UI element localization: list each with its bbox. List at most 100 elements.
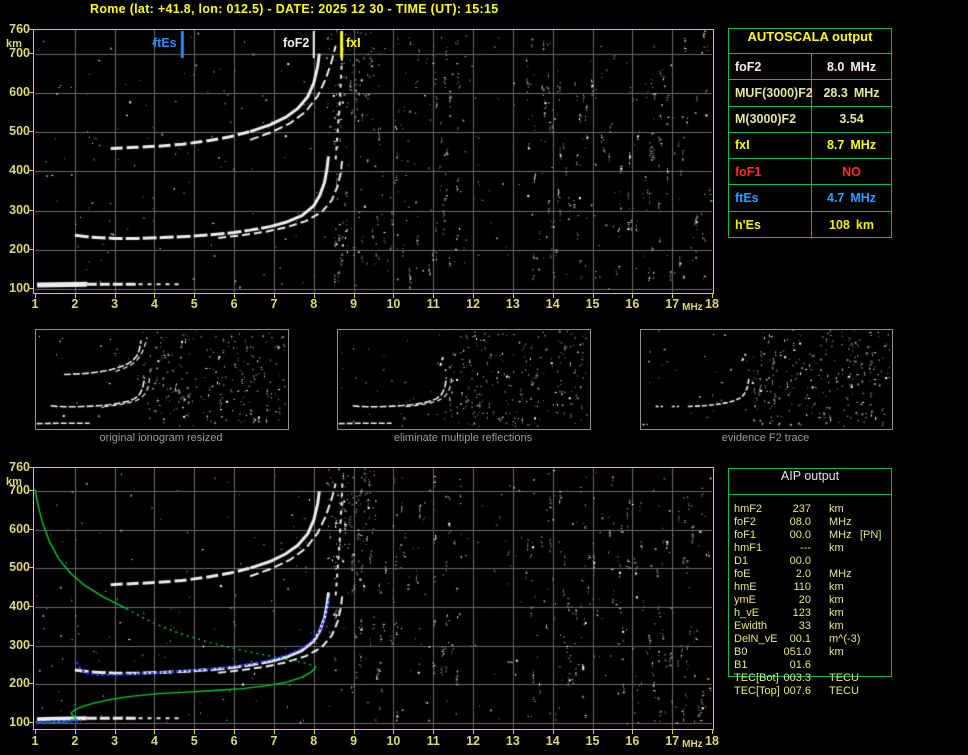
value-cell: 20	[728, 594, 811, 606]
x-axis-tick-label: 12	[463, 734, 483, 748]
thumbnail-caption-original: original ionogram resized	[35, 432, 287, 444]
param-cell: fxI	[729, 133, 812, 158]
value-cell: 237	[728, 503, 811, 515]
value-cell: 28.3MHz	[812, 80, 891, 105]
table-row: D100.0	[728, 555, 892, 568]
x-axis-tick-label: 10	[383, 734, 403, 748]
table-row: fxI8.7MHz	[729, 133, 891, 159]
table-row: hmF2237km	[728, 503, 892, 516]
x-axis-tick-label: 2	[65, 297, 85, 311]
value-cell: NO	[812, 159, 891, 184]
x-axis-tick	[672, 294, 673, 298]
unit-cell: km	[829, 542, 844, 554]
param-cell: MUF(3000)F2	[729, 80, 812, 105]
x-axis-tick	[154, 730, 155, 734]
x-axis-tick-label: 6	[224, 297, 244, 311]
x-axis-tick	[712, 294, 713, 298]
unit-cell: km	[829, 594, 844, 606]
x-axis-tick	[593, 294, 594, 298]
param-cell: M(3000)F2	[729, 107, 812, 132]
x-axis-tick	[75, 294, 76, 298]
table-row: hmE110km	[728, 581, 892, 594]
thumbnail-evidence-canvas	[641, 330, 890, 427]
x-axis-tick	[234, 294, 235, 298]
y-axis-tick	[28, 490, 33, 491]
x-axis-tick	[632, 294, 633, 298]
y-axis-tick	[28, 249, 33, 250]
value-cell: 00.1	[728, 633, 811, 645]
autoscala-table-rows: foF28.0MHzMUF(3000)F228.3MHzM(3000)F23.5…	[729, 54, 891, 238]
x-axis-tick-label: 8	[304, 734, 324, 748]
unit-cell: TECU	[829, 672, 859, 684]
value-cell: 110	[728, 581, 811, 593]
value-cell: 00.0	[728, 529, 811, 541]
table-row: ymE20km	[728, 594, 892, 607]
thumbnail-caption-evidence: evidence F2 trace	[640, 432, 891, 444]
x-axis-tick	[314, 730, 315, 734]
x-axis-tick	[115, 294, 116, 298]
unit-cell: MHz	[829, 529, 852, 541]
y-axis-tick	[28, 170, 33, 171]
y-axis-tick-label: 600	[0, 522, 30, 536]
x-axis-tick-label: 16	[622, 297, 642, 311]
value-cell: 2.0	[728, 568, 811, 580]
unit-cell: km	[829, 646, 844, 658]
y-axis-tick-label: 100	[0, 715, 30, 729]
x-axis-tick	[473, 730, 474, 734]
x-axis-tick-label: 1	[25, 297, 45, 311]
x-axis-tick-label: 13	[503, 734, 523, 748]
x-axis-tick	[194, 730, 195, 734]
y-axis-tick	[28, 467, 33, 468]
y-axis-tick-label: 100	[0, 281, 30, 295]
x-axis-tick-label: 7	[264, 734, 284, 748]
y-axis-tick	[28, 645, 33, 646]
top-ionogram-plot	[33, 29, 714, 294]
value-cell: ---	[728, 542, 811, 554]
x-axis-tick	[274, 294, 275, 298]
note-cell: [PN]	[860, 529, 881, 541]
y-axis-tick	[28, 131, 33, 132]
y-axis-tick-label: 200	[0, 242, 30, 256]
unit-cell: km	[829, 581, 844, 593]
y-axis-tick-label: 500	[0, 560, 30, 574]
y-axis-tick-label: 300	[0, 638, 30, 652]
x-axis-tick	[194, 294, 195, 298]
aip-table-title: AIP output	[729, 469, 891, 495]
param-cell: h'Es	[729, 212, 812, 238]
value-cell: 3.54	[812, 107, 891, 132]
value-cell: 051.0	[728, 646, 811, 658]
y-axis-tick-label: 400	[0, 163, 30, 177]
table-row: h'Es108km	[729, 212, 891, 238]
unit-cell: km	[829, 607, 844, 619]
y-axis-tick	[28, 529, 33, 530]
thumbnail-evidence-f2	[640, 329, 893, 430]
x-axis-tick	[553, 294, 554, 298]
y-axis-tick	[28, 606, 33, 607]
y-axis-tick	[28, 288, 33, 289]
x-axis-tick	[154, 294, 155, 298]
table-row: TEC[Bot]003.3TECU	[728, 672, 892, 685]
x-axis-tick	[354, 730, 355, 734]
x-axis-tick-label: 9	[344, 734, 364, 748]
value-cell: 8.7MHz	[812, 133, 891, 158]
x-axis-unit-label: MHz	[682, 739, 703, 750]
x-axis-tick-label: 13	[503, 297, 523, 311]
y-axis-tick-label: 500	[0, 124, 30, 138]
x-axis-tick	[35, 294, 36, 298]
x-axis-tick-label: 5	[184, 734, 204, 748]
x-axis-tick	[393, 730, 394, 734]
x-axis-tick-label: 7	[264, 297, 284, 311]
value-cell: 33	[728, 620, 811, 632]
y-axis-tick	[28, 683, 33, 684]
x-axis-tick	[473, 294, 474, 298]
y-axis-tick-label: 760	[0, 460, 30, 474]
x-axis-tick-label: 1	[25, 734, 45, 748]
y-axis-tick-label: 600	[0, 85, 30, 99]
x-axis-tick	[553, 730, 554, 734]
bottom-ionogram-canvas	[34, 468, 713, 729]
x-axis-tick	[632, 730, 633, 734]
x-axis-tick-label: 15	[583, 734, 603, 748]
unit-cell: TECU	[829, 685, 859, 697]
table-row: foF208.0MHz	[728, 516, 892, 529]
x-axis-tick	[314, 294, 315, 298]
